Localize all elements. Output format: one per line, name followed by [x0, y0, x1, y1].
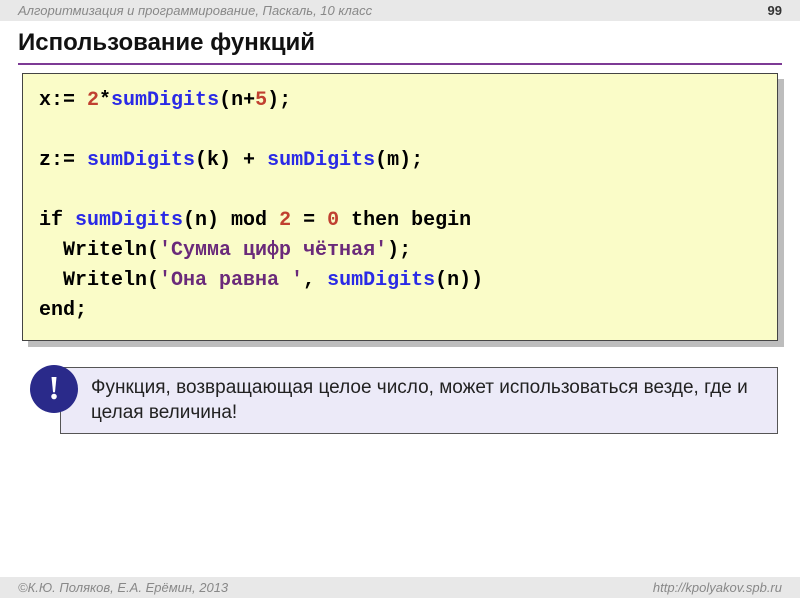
page-number: 99 [768, 3, 782, 18]
code-block: x:= 2*sumDigits(n+5); z:= sumDigits(k) +… [22, 73, 778, 341]
code-line-2: z:= sumDigits(k) + sumDigits(m); [39, 146, 761, 176]
code-blank [39, 176, 761, 206]
footer-url: http://kpolyakov.spb.ru [653, 580, 782, 595]
code-line-1: x:= 2*sumDigits(n+5); [39, 86, 761, 116]
title-divider [18, 63, 782, 65]
slide-title: Использование функций [18, 29, 782, 61]
code-line-5: Writeln('Она равна ', sumDigits(n)) [39, 266, 761, 296]
code-line-3: if sumDigits(n) mod 2 = 0 then begin [39, 206, 761, 236]
code-blank [39, 116, 761, 146]
slide-footer: ©К.Ю. Поляков, Е.А. Ерёмин, 2013 http://… [0, 577, 800, 598]
info-callout: ! Функция, возвращающая целое число, мож… [30, 367, 778, 434]
code-line-6: end; [39, 296, 761, 326]
title-row: Использование функций [0, 21, 800, 65]
exclamation-icon: ! [30, 365, 78, 413]
course-name: Алгоритмизация и программирование, Паска… [18, 3, 768, 18]
slide-header: Алгоритмизация и программирование, Паска… [0, 0, 800, 21]
footer-authors: ©К.Ю. Поляков, Е.А. Ерёмин, 2013 [18, 580, 653, 595]
callout-text: Функция, возвращающая целое число, может… [60, 367, 778, 434]
code-example: x:= 2*sumDigits(n+5); z:= sumDigits(k) +… [22, 73, 778, 341]
code-line-4: Writeln('Сумма цифр чётная'); [39, 236, 761, 266]
